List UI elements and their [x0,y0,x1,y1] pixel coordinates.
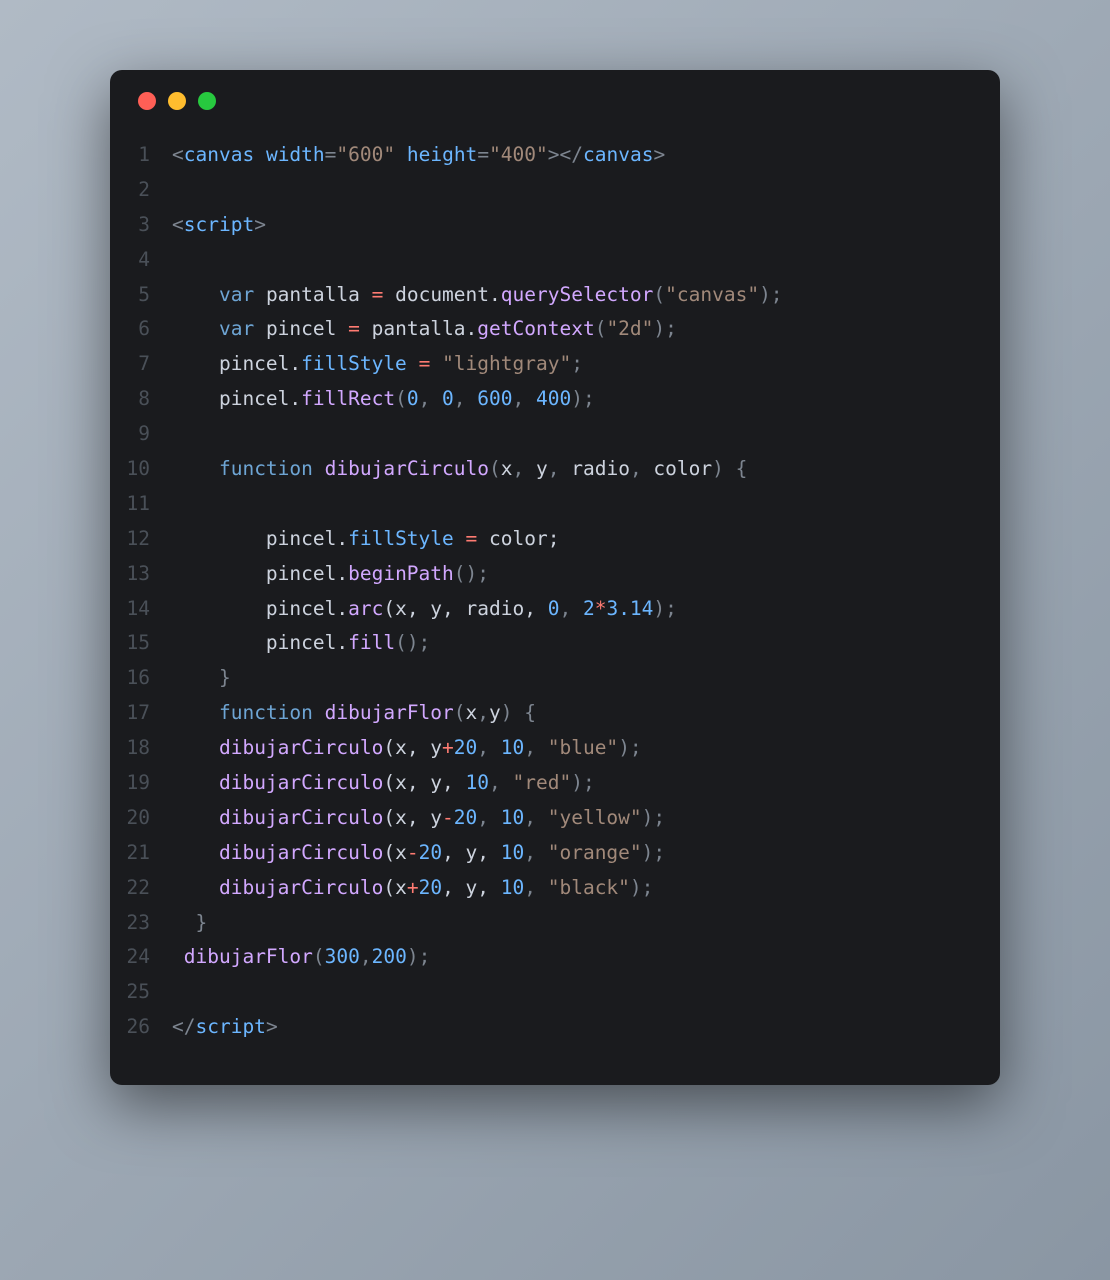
code-content[interactable]: </script> [172,1010,278,1045]
line-number: 2 [110,173,172,208]
code-editor-window: 1<canvas width="600" height="400"></canv… [110,70,1000,1085]
code-editor[interactable]: 1<canvas width="600" height="400"></canv… [110,110,1000,1085]
code-content[interactable]: dibujarCirculo(x-20, y, 10, "orange"); [172,836,665,871]
code-line[interactable]: 3<script> [110,208,1000,243]
line-number: 23 [110,906,172,941]
code-line[interactable]: 14 pincel.arc(x, y, radio, 0, 2*3.14); [110,592,1000,627]
code-content[interactable]: var pincel = pantalla.getContext("2d"); [172,312,677,347]
code-line[interactable]: 26</script> [110,1010,1000,1045]
line-number: 4 [110,243,172,278]
line-number: 25 [110,975,172,1010]
code-line[interactable]: 18 dibujarCirculo(x, y+20, 10, "blue"); [110,731,1000,766]
code-line[interactable]: 6 var pincel = pantalla.getContext("2d")… [110,312,1000,347]
code-line[interactable]: 19 dibujarCirculo(x, y, 10, "red"); [110,766,1000,801]
code-line[interactable]: 8 pincel.fillRect(0, 0, 600, 400); [110,382,1000,417]
code-line[interactable]: 20 dibujarCirculo(x, y-20, 10, "yellow")… [110,801,1000,836]
code-line[interactable]: 22 dibujarCirculo(x+20, y, 10, "black"); [110,871,1000,906]
code-line[interactable]: 10 function dibujarCirculo(x, y, radio, … [110,452,1000,487]
code-line[interactable]: 1<canvas width="600" height="400"></canv… [110,138,1000,173]
code-content[interactable]: pincel.fillStyle = color; [172,522,559,557]
code-line[interactable]: 23 } [110,906,1000,941]
line-number: 8 [110,382,172,417]
code-content[interactable]: dibujarCirculo(x, y+20, 10, "blue"); [172,731,642,766]
code-content[interactable]: } [172,661,231,696]
line-number: 6 [110,312,172,347]
code-line[interactable]: 11 [110,487,1000,522]
maximize-icon[interactable] [198,92,216,110]
code-content[interactable]: dibujarCirculo(x, y-20, 10, "yellow"); [172,801,665,836]
code-content[interactable]: dibujarCirculo(x+20, y, 10, "black"); [172,871,653,906]
line-number: 10 [110,452,172,487]
line-number: 24 [110,940,172,975]
line-number: 11 [110,487,172,522]
titlebar [110,70,1000,110]
line-number: 13 [110,557,172,592]
code-content[interactable]: pincel.fillStyle = "lightgray"; [172,347,583,382]
line-number: 9 [110,417,172,452]
code-content[interactable]: <canvas width="600" height="400"></canva… [172,138,665,173]
code-line[interactable]: 16 } [110,661,1000,696]
line-number: 26 [110,1010,172,1045]
code-line[interactable]: 21 dibujarCirculo(x-20, y, 10, "orange")… [110,836,1000,871]
line-number: 15 [110,626,172,661]
code-line[interactable]: 24 dibujarFlor(300,200); [110,940,1000,975]
code-content[interactable]: } [172,906,207,941]
line-number: 18 [110,731,172,766]
line-number: 5 [110,278,172,313]
line-number: 16 [110,661,172,696]
line-number: 21 [110,836,172,871]
close-icon[interactable] [138,92,156,110]
code-line[interactable]: 13 pincel.beginPath(); [110,557,1000,592]
line-number: 19 [110,766,172,801]
code-line[interactable]: 25 [110,975,1000,1010]
code-line[interactable]: 17 function dibujarFlor(x,y) { [110,696,1000,731]
line-number: 14 [110,592,172,627]
minimize-icon[interactable] [168,92,186,110]
code-content[interactable]: pincel.beginPath(); [172,557,489,592]
code-content[interactable]: var pantalla = document.querySelector("c… [172,278,783,313]
code-content[interactable]: dibujarFlor(300,200); [172,940,430,975]
line-number: 7 [110,347,172,382]
code-line[interactable]: 12 pincel.fillStyle = color; [110,522,1000,557]
code-line[interactable]: 2 [110,173,1000,208]
code-content[interactable]: pincel.arc(x, y, radio, 0, 2*3.14); [172,592,677,627]
line-number: 22 [110,871,172,906]
code-content[interactable]: pincel.fillRect(0, 0, 600, 400); [172,382,595,417]
line-number: 12 [110,522,172,557]
line-number: 1 [110,138,172,173]
code-line[interactable]: 4 [110,243,1000,278]
code-content[interactable]: function dibujarFlor(x,y) { [172,696,536,731]
code-content[interactable]: function dibujarCirculo(x, y, radio, col… [172,452,747,487]
code-line[interactable]: 5 var pantalla = document.querySelector(… [110,278,1000,313]
line-number: 17 [110,696,172,731]
code-content[interactable]: dibujarCirculo(x, y, 10, "red"); [172,766,595,801]
code-content[interactable]: <script> [172,208,266,243]
code-line[interactable]: 7 pincel.fillStyle = "lightgray"; [110,347,1000,382]
code-content[interactable]: pincel.fill(); [172,626,430,661]
code-line[interactable]: 9 [110,417,1000,452]
code-line[interactable]: 15 pincel.fill(); [110,626,1000,661]
line-number: 3 [110,208,172,243]
line-number: 20 [110,801,172,836]
